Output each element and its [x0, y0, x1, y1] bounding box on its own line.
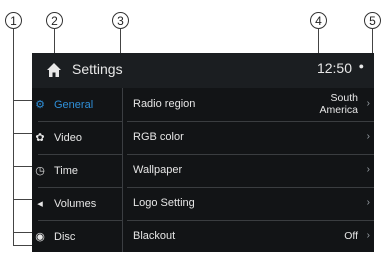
callout-4: 4: [310, 12, 327, 29]
settings-screen: Settings 12:50 ● ⚙ General ✿ Video ◷ Tim…: [32, 53, 374, 252]
menu-item-label: Volumes: [54, 197, 97, 210]
gps-status-icon: ●: [358, 61, 364, 71]
status-bar: Settings 12:50 ●: [32, 53, 374, 88]
setting-label: Wallpaper: [133, 164, 183, 176]
disc-icon: ◉: [35, 231, 45, 243]
home-icon[interactable]: [46, 62, 62, 78]
setting-label: Radio region: [133, 98, 196, 110]
setting-value-line1: South: [330, 92, 358, 104]
clock-readout: 12:50: [316, 60, 352, 76]
setting-label: RGB color: [133, 131, 184, 143]
chevron-right-icon: ›: [366, 230, 370, 241]
menu-item-label: Video: [54, 131, 82, 144]
leader-tick-1d: [13, 199, 33, 200]
page-title: Settings: [72, 61, 123, 77]
menu-item-time[interactable]: ◷ Time: [32, 154, 122, 187]
menu-item-disc[interactable]: ◉ Disc: [32, 220, 122, 253]
callout-1: 1: [5, 12, 22, 29]
settings-list: Radio region South America › RGB color ›…: [123, 88, 374, 252]
gear-icon: ⚙: [35, 99, 45, 111]
setting-row-wallpaper[interactable]: Wallpaper ›: [123, 154, 374, 187]
setting-value: Off: [344, 230, 358, 242]
setting-value: South America: [319, 92, 358, 116]
leader-tick-1b: [13, 133, 33, 134]
leader-tick-1a: [13, 100, 33, 101]
callout-3: 3: [112, 12, 129, 29]
leader-line-1: [13, 29, 14, 245]
chevron-right-icon: ›: [366, 98, 370, 109]
setting-label: Logo Setting: [133, 197, 195, 209]
menu-item-volumes[interactable]: ◂ Volumes: [32, 187, 122, 220]
leader-tick-1e: [13, 232, 33, 233]
chevron-right-icon: ›: [366, 164, 370, 175]
setting-label: Blackout: [133, 230, 176, 242]
setting-row-rgb-color[interactable]: RGB color ›: [123, 121, 374, 154]
category-menu: ⚙ General ✿ Video ◷ Time ◂ Volumes ◉ Dis…: [32, 88, 122, 252]
setting-row-radio-region[interactable]: Radio region South America ›: [123, 88, 374, 121]
callout-2: 2: [46, 12, 63, 29]
chevron-right-icon: ›: [366, 197, 370, 208]
menu-item-general[interactable]: ⚙ General: [32, 88, 122, 121]
leader-tick-1f: [13, 245, 33, 246]
menu-item-label: Disc: [54, 230, 76, 243]
menu-item-video[interactable]: ✿ Video: [32, 121, 122, 154]
menu-item-label: Time: [54, 164, 79, 177]
menu-item-label: General: [54, 98, 94, 111]
clock-icon: ◷: [35, 165, 45, 177]
callout-5: 5: [364, 12, 381, 29]
chevron-right-icon: ›: [366, 131, 370, 142]
film-reel-icon: ✿: [35, 132, 45, 144]
setting-row-logo-setting[interactable]: Logo Setting ›: [123, 187, 374, 220]
setting-row-blackout[interactable]: Blackout Off ›: [123, 220, 374, 253]
leader-tick-1c: [13, 166, 33, 167]
setting-value-line2: America: [319, 104, 358, 116]
speaker-icon: ◂: [37, 198, 43, 210]
